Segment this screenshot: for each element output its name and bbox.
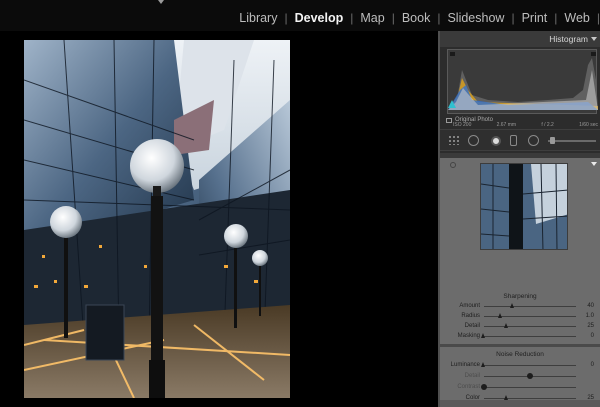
- slider-knob[interactable]: [481, 384, 487, 390]
- detail-panel: Sharpening Amount 40 Radius 1.0 Detail 25 Mask…: [440, 158, 600, 407]
- histogram-curves: [448, 52, 598, 110]
- histogram-header[interactable]: Histogram: [440, 31, 600, 47]
- exif-focal: 2.67 mm: [496, 122, 517, 128]
- slider-value[interactable]: 1.0: [586, 313, 594, 319]
- slider-value[interactable]: 25: [587, 323, 594, 329]
- slider-label: Masking: [457, 333, 480, 339]
- slider-row[interactable]: Radius 1.0: [440, 312, 600, 322]
- slider-knob[interactable]: [504, 323, 508, 328]
- module-slideshow[interactable]: Slideshow: [440, 11, 511, 25]
- module-web[interactable]: Web: [557, 11, 596, 25]
- slider-track[interactable]: [484, 326, 576, 327]
- slider-track[interactable]: [484, 387, 576, 388]
- section-divider: [440, 344, 600, 347]
- exif-aperture: f / 2.2: [541, 122, 554, 128]
- panel-footer: [440, 400, 600, 407]
- radial-filter-icon[interactable]: [528, 135, 539, 146]
- right-panel: Histogram ISO 200 2.67 mm f / 2.2 1/60 s…: [438, 31, 600, 407]
- detail-collapse-icon[interactable]: [591, 162, 597, 166]
- noise-reduction-title: Noise Reduction: [496, 351, 544, 358]
- original-photo-checkbox[interactable]: [446, 117, 452, 123]
- slider-track[interactable]: [484, 365, 576, 366]
- slider-row[interactable]: Detail 25: [440, 322, 600, 332]
- slider-label: Radius: [461, 313, 480, 319]
- slider-row[interactable]: Luminance 0: [440, 361, 600, 371]
- module-map[interactable]: Map: [353, 11, 391, 25]
- slider-knob[interactable]: [481, 333, 485, 338]
- slider-knob[interactable]: [527, 373, 533, 379]
- slider-label: Luminance: [450, 362, 480, 368]
- photo-canvas[interactable]: [0, 31, 438, 407]
- slider-track[interactable]: [484, 398, 576, 399]
- module-book[interactable]: Book: [395, 11, 438, 25]
- slider-row[interactable]: Amount 40: [440, 302, 600, 312]
- module-picker-bar: Library | Develop | Map | Book | Slidesh…: [0, 0, 600, 31]
- slider-value[interactable]: 40: [587, 303, 594, 309]
- detail-preview[interactable]: [480, 163, 568, 250]
- slider-label: Detail: [464, 373, 480, 379]
- histogram-title: Histogram: [549, 34, 588, 44]
- slider-knob[interactable]: [509, 303, 514, 308]
- brush-size-slider[interactable]: [548, 140, 596, 142]
- slider-track[interactable]: [484, 336, 576, 337]
- slider-knob[interactable]: [498, 313, 503, 318]
- module-library[interactable]: Library: [232, 11, 284, 25]
- histogram-graph[interactable]: ISO 200 2.67 mm f / 2.2 1/60 sec: [447, 49, 598, 128]
- crop-overlay-icon[interactable]: [448, 135, 460, 145]
- original-photo-label: Original Photo: [455, 117, 494, 123]
- module-list: Library | Develop | Map | Book | Slidesh…: [232, 11, 600, 25]
- collapse-triangle-icon[interactable]: [591, 37, 597, 41]
- main-photo[interactable]: [24, 40, 290, 398]
- exif-shutter: 1/60 sec: [579, 122, 598, 128]
- slider-label: Detail: [464, 323, 480, 329]
- graduated-filter-icon[interactable]: [510, 135, 517, 146]
- original-photo-toggle[interactable]: Original Photo: [446, 117, 493, 123]
- slider-value[interactable]: 0: [591, 333, 594, 339]
- module-develop[interactable]: Develop: [288, 11, 351, 25]
- slider-value[interactable]: 0: [591, 362, 594, 368]
- panel-toggle-caret-icon[interactable]: [158, 0, 164, 4]
- slider-row[interactable]: Masking 0: [440, 332, 600, 342]
- slider-knob[interactable]: [481, 362, 485, 367]
- detail-zoom-icon[interactable]: [450, 162, 456, 168]
- slider-label: Contrast: [457, 384, 480, 390]
- sharpening-title: Sharpening: [503, 293, 537, 300]
- photo-image: [24, 40, 290, 398]
- detail-preview-image: [481, 164, 567, 249]
- slider-row[interactable]: Contrast: [440, 383, 600, 393]
- slider-track[interactable]: [484, 306, 576, 307]
- spot-removal-icon[interactable]: [468, 135, 479, 146]
- slider-row[interactable]: Detail: [440, 372, 600, 382]
- tool-strip: [440, 129, 600, 151]
- brush-size-knob[interactable]: [550, 137, 555, 144]
- module-print[interactable]: Print: [515, 11, 555, 25]
- red-eye-icon[interactable]: [491, 136, 501, 146]
- slider-label: Amount: [459, 303, 480, 309]
